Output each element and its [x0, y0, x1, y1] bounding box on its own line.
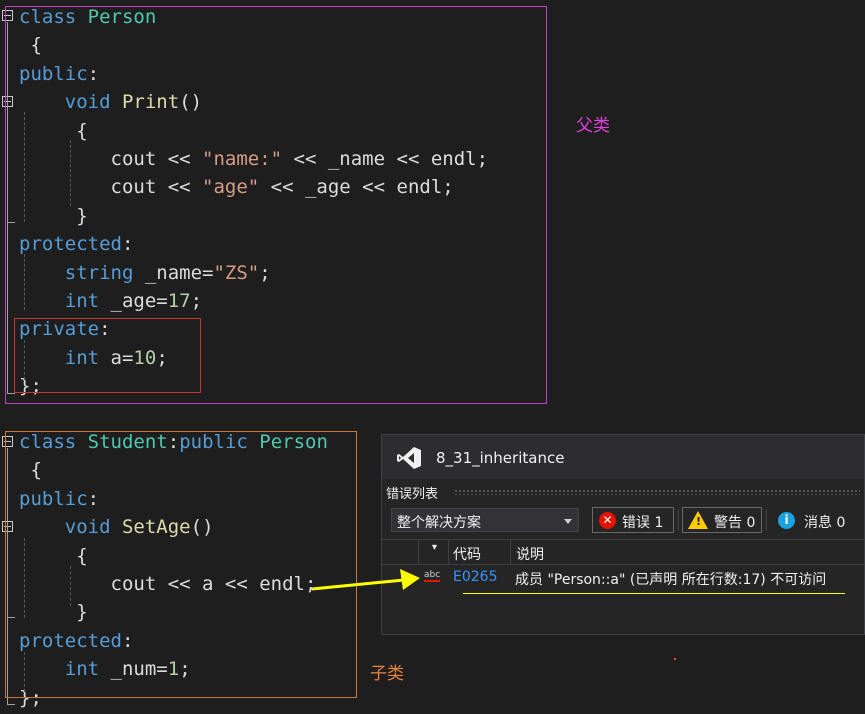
annotation-arrow: [311, 569, 420, 591]
